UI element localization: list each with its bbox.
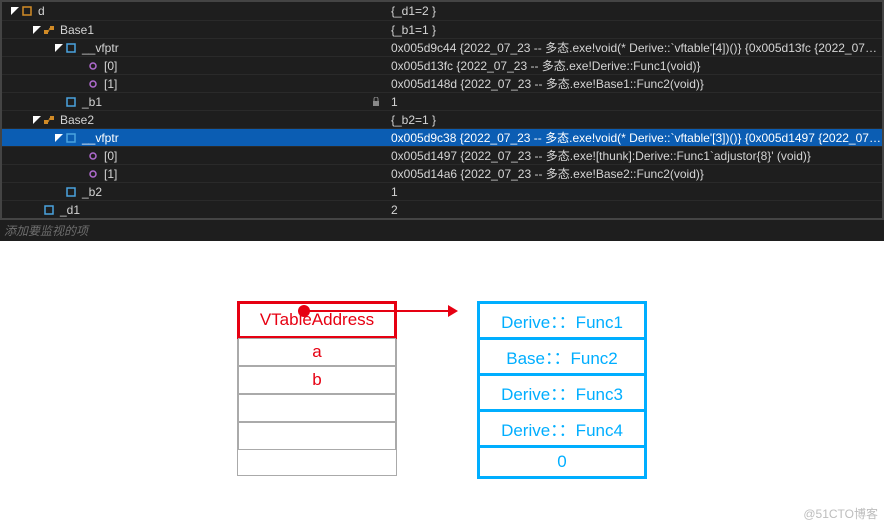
vtable-pointer-arrow bbox=[298, 299, 458, 319]
watch-name: [0] bbox=[104, 59, 117, 73]
watch-row[interactable]: __vfptr 0x005d9c38 {2022_07_23 -- 多态.exe!… bbox=[2, 128, 882, 146]
debugger-watch-panel: d {_d1=2 } Base1 {_b1=1 } __vfptr 0x005d9c44 … bbox=[0, 0, 884, 220]
object-member-b: b bbox=[238, 366, 396, 394]
watch-value: 0x005d148d {2022_07_23 -- 多态.exe!Base1::… bbox=[387, 75, 882, 92]
watch-row[interactable]: _d1 2 bbox=[2, 200, 882, 218]
watch-name: __vfptr bbox=[82, 131, 119, 145]
watch-name: d bbox=[38, 4, 45, 18]
watch-value: 0x005d14a6 {2022_07_23 -- 多态.exe!Base2::… bbox=[387, 165, 882, 182]
expand-open-icon[interactable] bbox=[10, 7, 20, 15]
vtable-entry: Base：：Func2 bbox=[477, 337, 647, 376]
variable-icon bbox=[64, 95, 78, 109]
variable-icon bbox=[20, 4, 34, 18]
watch-value: 2 bbox=[387, 203, 882, 217]
object-empty-slot bbox=[238, 394, 396, 422]
source-credit: @51CTO博客 bbox=[803, 505, 878, 522]
object-layout-table: VTableAddress a b bbox=[237, 301, 397, 476]
watch-row[interactable]: [0] 0x005d13fc {2022_07_23 -- 多态.exe!Deri… bbox=[2, 56, 882, 74]
watch-row[interactable]: _b2 1 bbox=[2, 182, 882, 200]
watch-value: 0x005d13fc {2022_07_23 -- 多态.exe!Derive:… bbox=[387, 57, 882, 74]
vtable-entry: 0 bbox=[477, 445, 647, 479]
object-empty-slot bbox=[238, 422, 396, 450]
watch-row[interactable]: Base1 {_b1=1 } bbox=[2, 20, 882, 38]
array-element-icon bbox=[86, 149, 100, 163]
watch-name: __vfptr bbox=[82, 41, 119, 55]
variable-icon bbox=[64, 41, 78, 55]
watch-value: 0x005d9c38 {2022_07_23 -- 多态.exe!void(* … bbox=[387, 129, 882, 146]
base-class-icon bbox=[42, 23, 56, 37]
watch-value: 0x005d9c44 {2022_07_23 -- 多态.exe!void(* … bbox=[387, 39, 882, 56]
watch-value: {_d1=2 } bbox=[387, 4, 882, 18]
vtable-entry: Derive：：Func1 bbox=[477, 301, 647, 340]
watch-value: 1 bbox=[387, 185, 882, 199]
expand-open-icon[interactable] bbox=[32, 116, 42, 124]
watch-row[interactable]: [1] 0x005d14a6 {2022_07_23 -- 多态.exe!Base… bbox=[2, 164, 882, 182]
object-member-a: a bbox=[238, 338, 396, 366]
watch-name: [1] bbox=[104, 77, 117, 91]
watch-row[interactable]: _b1 1 bbox=[2, 92, 882, 110]
watch-name: _b1 bbox=[82, 95, 102, 109]
expand-open-icon[interactable] bbox=[32, 26, 42, 34]
variable-icon bbox=[64, 185, 78, 199]
lock-icon bbox=[369, 95, 383, 109]
array-element-icon bbox=[86, 167, 100, 181]
expand-open-icon[interactable] bbox=[54, 44, 64, 52]
memory-layout-diagram: VTableAddress a b Derive：：Func1Base：：Fun… bbox=[0, 301, 884, 476]
watch-name: Base1 bbox=[60, 23, 94, 37]
watch-value: 1 bbox=[387, 95, 882, 109]
base-class-icon bbox=[42, 113, 56, 127]
watch-row[interactable]: [1] 0x005d148d {2022_07_23 -- 多态.exe!Base… bbox=[2, 74, 882, 92]
expand-open-icon[interactable] bbox=[54, 134, 64, 142]
variable-icon bbox=[64, 131, 78, 145]
vtable-entry: Derive：：Func4 bbox=[477, 409, 647, 448]
watch-name: [0] bbox=[104, 149, 117, 163]
watch-value: 0x005d1497 {2022_07_23 -- 多态.exe![thunk]… bbox=[387, 147, 882, 164]
watch-name: _d1 bbox=[60, 203, 80, 217]
variable-icon bbox=[42, 203, 56, 217]
add-watch-placeholder[interactable]: 添加要监视的项 bbox=[0, 220, 884, 241]
watch-value: {_b1=1 } bbox=[387, 23, 882, 37]
watch-name: [1] bbox=[104, 167, 117, 181]
watch-row[interactable]: __vfptr 0x005d9c44 {2022_07_23 -- 多态.exe!… bbox=[2, 38, 882, 56]
watch-row[interactable]: d {_d1=2 } bbox=[2, 2, 882, 20]
watch-name: Base2 bbox=[60, 113, 94, 127]
watch-row[interactable]: [0] 0x005d1497 {2022_07_23 -- 多态.exe![thu… bbox=[2, 146, 882, 164]
watch-value: {_b2=1 } bbox=[387, 113, 882, 127]
vtable-entry: Derive：：Func3 bbox=[477, 373, 647, 412]
watch-name: _b2 bbox=[82, 185, 102, 199]
watch-row[interactable]: Base2 {_b2=1 } bbox=[2, 110, 882, 128]
array-element-icon bbox=[86, 77, 100, 91]
array-element-icon bbox=[86, 59, 100, 73]
vtable-entries: Derive：：Func1Base：：Func2Derive：：Func3Der… bbox=[477, 301, 647, 476]
